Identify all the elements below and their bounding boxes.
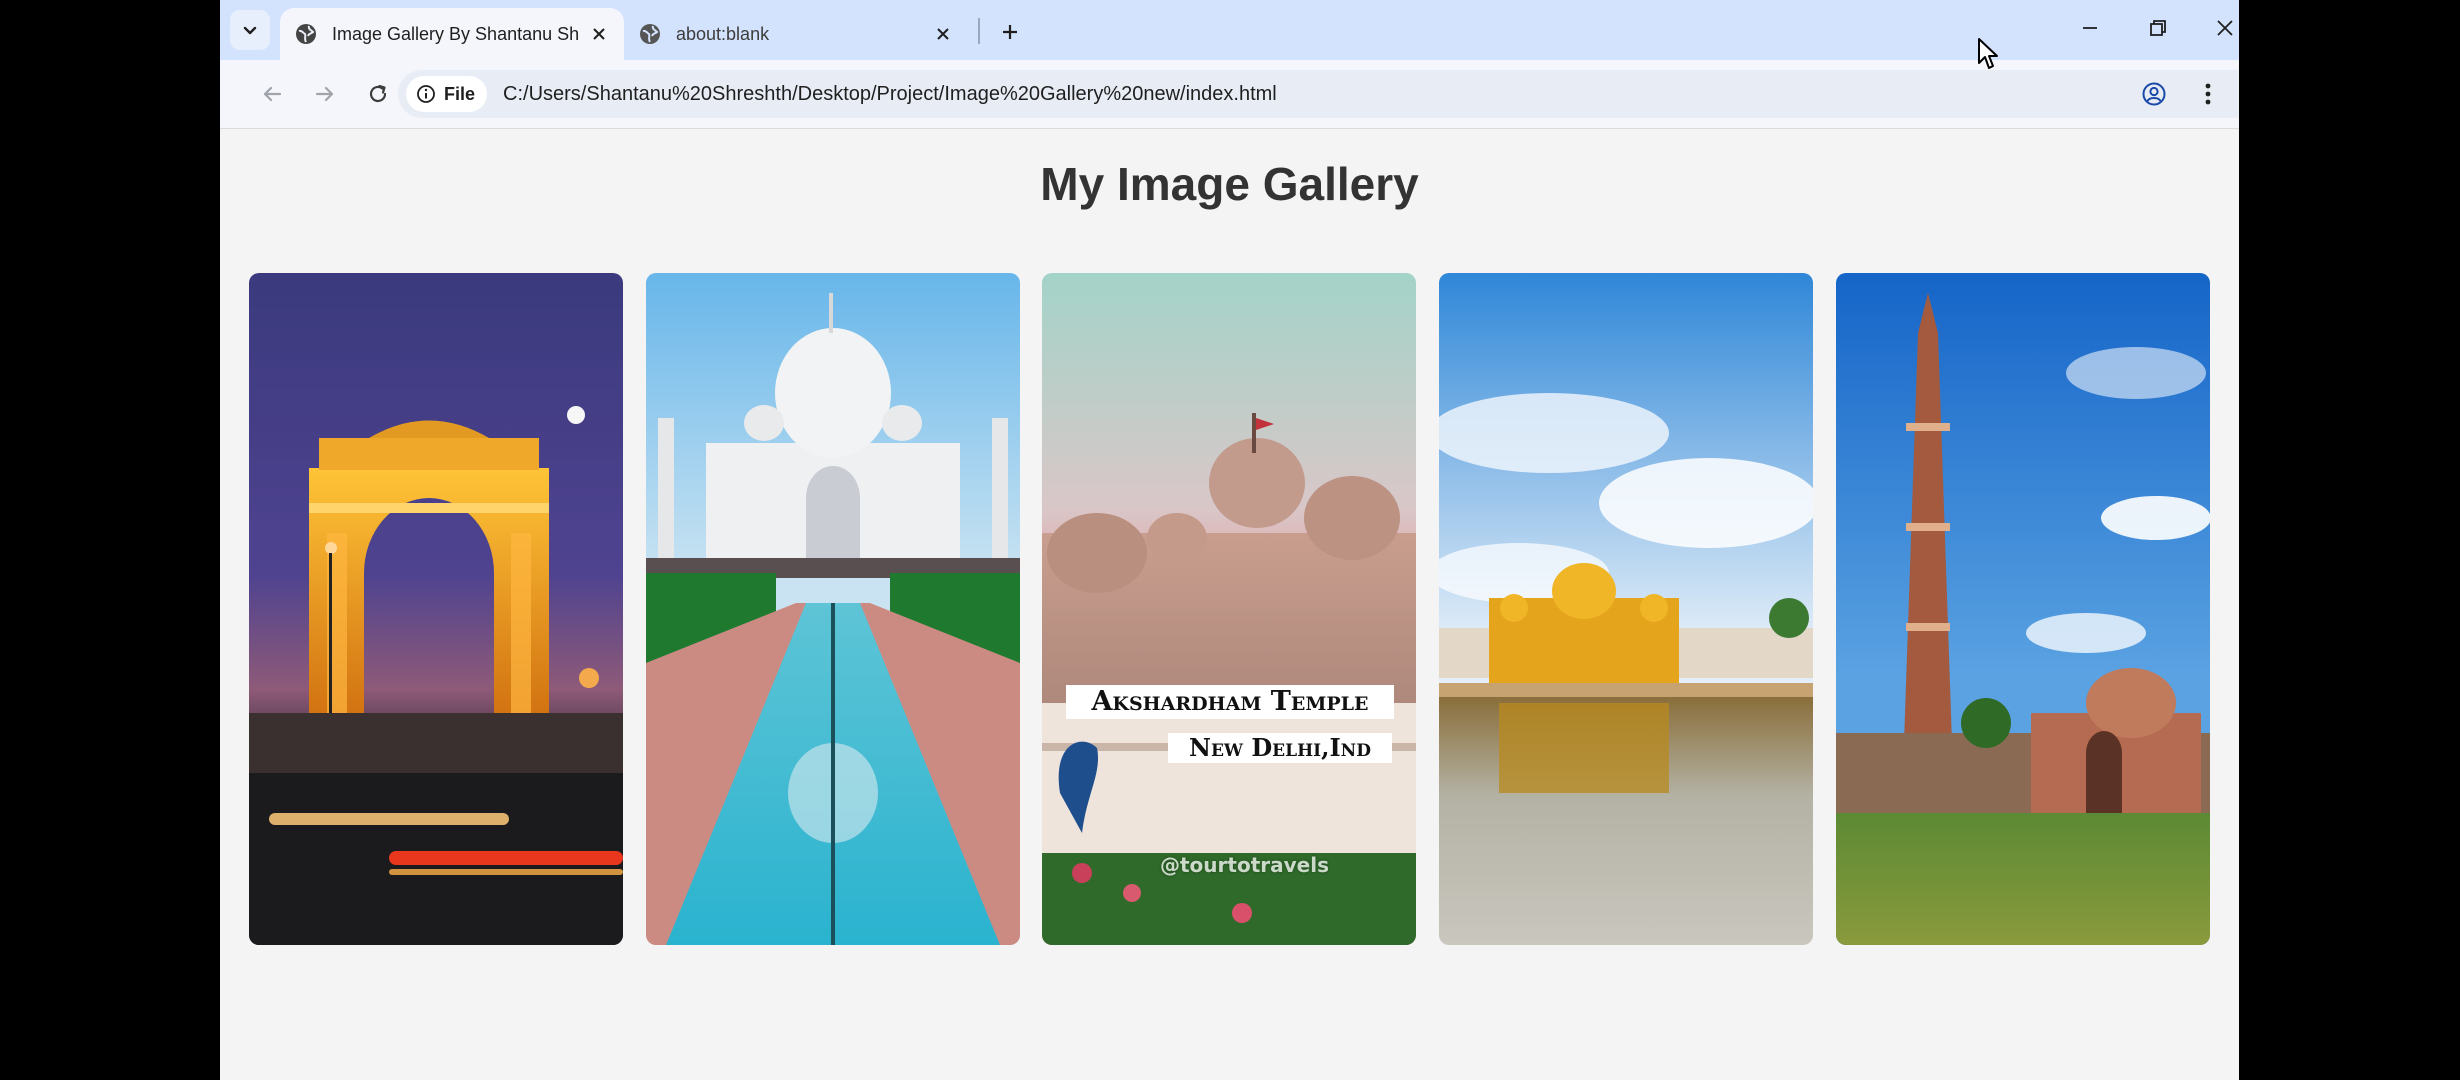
mouse-cursor-icon: [1978, 38, 1998, 69]
tab-title: Image Gallery By Shantanu Shre: [332, 23, 578, 44]
site-info-label: File: [444, 83, 476, 104]
arrow-left-icon: [263, 86, 282, 102]
image-watermark: @tourtotravels: [1160, 853, 1329, 877]
globe-icon: [640, 24, 660, 44]
window-close-button[interactable]: [2201, 6, 2239, 50]
restore-button[interactable]: [2134, 6, 2182, 50]
india-gate-illustration: [249, 273, 623, 945]
info-icon: [417, 85, 435, 103]
chevron-down-icon: [243, 26, 257, 35]
site-info-chip[interactable]: File: [406, 76, 488, 112]
taj-mahal-illustration: [646, 273, 1020, 945]
page-title: My Image Gallery: [1040, 158, 1419, 210]
profile-button[interactable]: [2134, 74, 2174, 114]
new-tab-button[interactable]: [992, 14, 1028, 50]
tab-title: about:blank: [676, 23, 770, 44]
tab-search-button[interactable]: [230, 10, 270, 50]
url-text: C:/Users/Shantanu%20Shreshth/Desktop/Pro…: [503, 82, 1277, 105]
window-close-icon: [2217, 20, 2233, 36]
gallery-image-golden-temple[interactable]: [1439, 273, 1813, 945]
tab-strip: Image Gallery By Shantanu Shre about:bla…: [220, 0, 2239, 60]
gallery-image-qutub-minar[interactable]: [1836, 273, 2210, 945]
arrow-right-icon: [315, 86, 334, 102]
qutub-minar-illustration: [1836, 273, 2210, 945]
browser-toolbar: File C:/Users/Shantanu%20Shreshth/Deskto…: [220, 60, 2239, 129]
minimize-button[interactable]: [2066, 6, 2114, 50]
reload-icon: [369, 84, 387, 103]
profile-icon: [2142, 82, 2166, 106]
tab-about-blank[interactable]: about:blank: [624, 8, 968, 60]
close-icon[interactable]: [932, 23, 954, 45]
akshardham-temple-illustration: [1042, 273, 1416, 945]
address-bar[interactable]: File C:/Users/Shantanu%20Shreshth/Deskto…: [398, 70, 2239, 118]
menu-button[interactable]: [2188, 74, 2228, 114]
kebab-menu-icon: [2205, 83, 2211, 105]
tab-gallery[interactable]: Image Gallery By Shantanu Shre: [280, 8, 624, 60]
gallery-image-india-gate[interactable]: [249, 273, 623, 945]
page-content: My Image Gallery Akshardham Temple New D…: [220, 129, 2239, 1080]
plus-icon: [1003, 25, 1017, 39]
golden-temple-illustration: [1439, 273, 1813, 945]
image-caption-location: New Delhi,Ind: [1168, 733, 1392, 763]
reload-button[interactable]: [358, 74, 398, 114]
close-icon[interactable]: [588, 23, 610, 45]
tab-separator: [978, 18, 980, 44]
gallery-image-taj-mahal[interactable]: [646, 273, 1020, 945]
image-caption-title: Akshardham Temple: [1066, 685, 1394, 719]
bookmark-button[interactable]: [2236, 80, 2239, 124]
minimize-icon: [2083, 27, 2097, 29]
globe-icon: [296, 24, 316, 44]
restore-icon: [2150, 20, 2166, 36]
browser-window: Image Gallery By Shantanu Shre about:bla…: [220, 0, 2239, 1080]
gallery-image-akshardham-temple[interactable]: Akshardham Temple New Delhi,Ind @tourtot…: [1042, 273, 1416, 945]
back-button[interactable]: [252, 74, 292, 114]
forward-button[interactable]: [305, 74, 345, 114]
